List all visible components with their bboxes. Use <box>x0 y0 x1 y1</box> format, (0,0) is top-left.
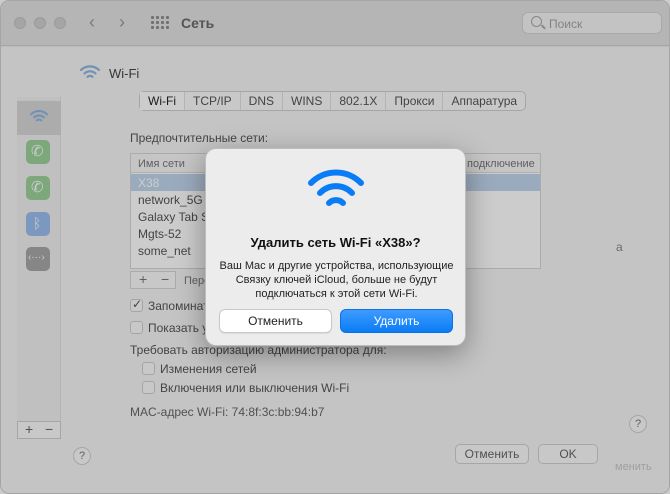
wifi-icon <box>308 169 364 206</box>
dialog-message: Ваш Mac и другие устройства, использующи… <box>219 260 454 300</box>
dialog-delete-button[interactable]: Удалить <box>340 309 453 333</box>
dialog-title: Удалить сеть Wi-Fi «X38»? <box>250 235 421 250</box>
delete-network-dialog: Удалить сеть Wi-Fi «X38»? Ваш Mac и друг… <box>205 148 466 346</box>
dialog-cancel-button[interactable]: Отменить <box>219 309 332 333</box>
